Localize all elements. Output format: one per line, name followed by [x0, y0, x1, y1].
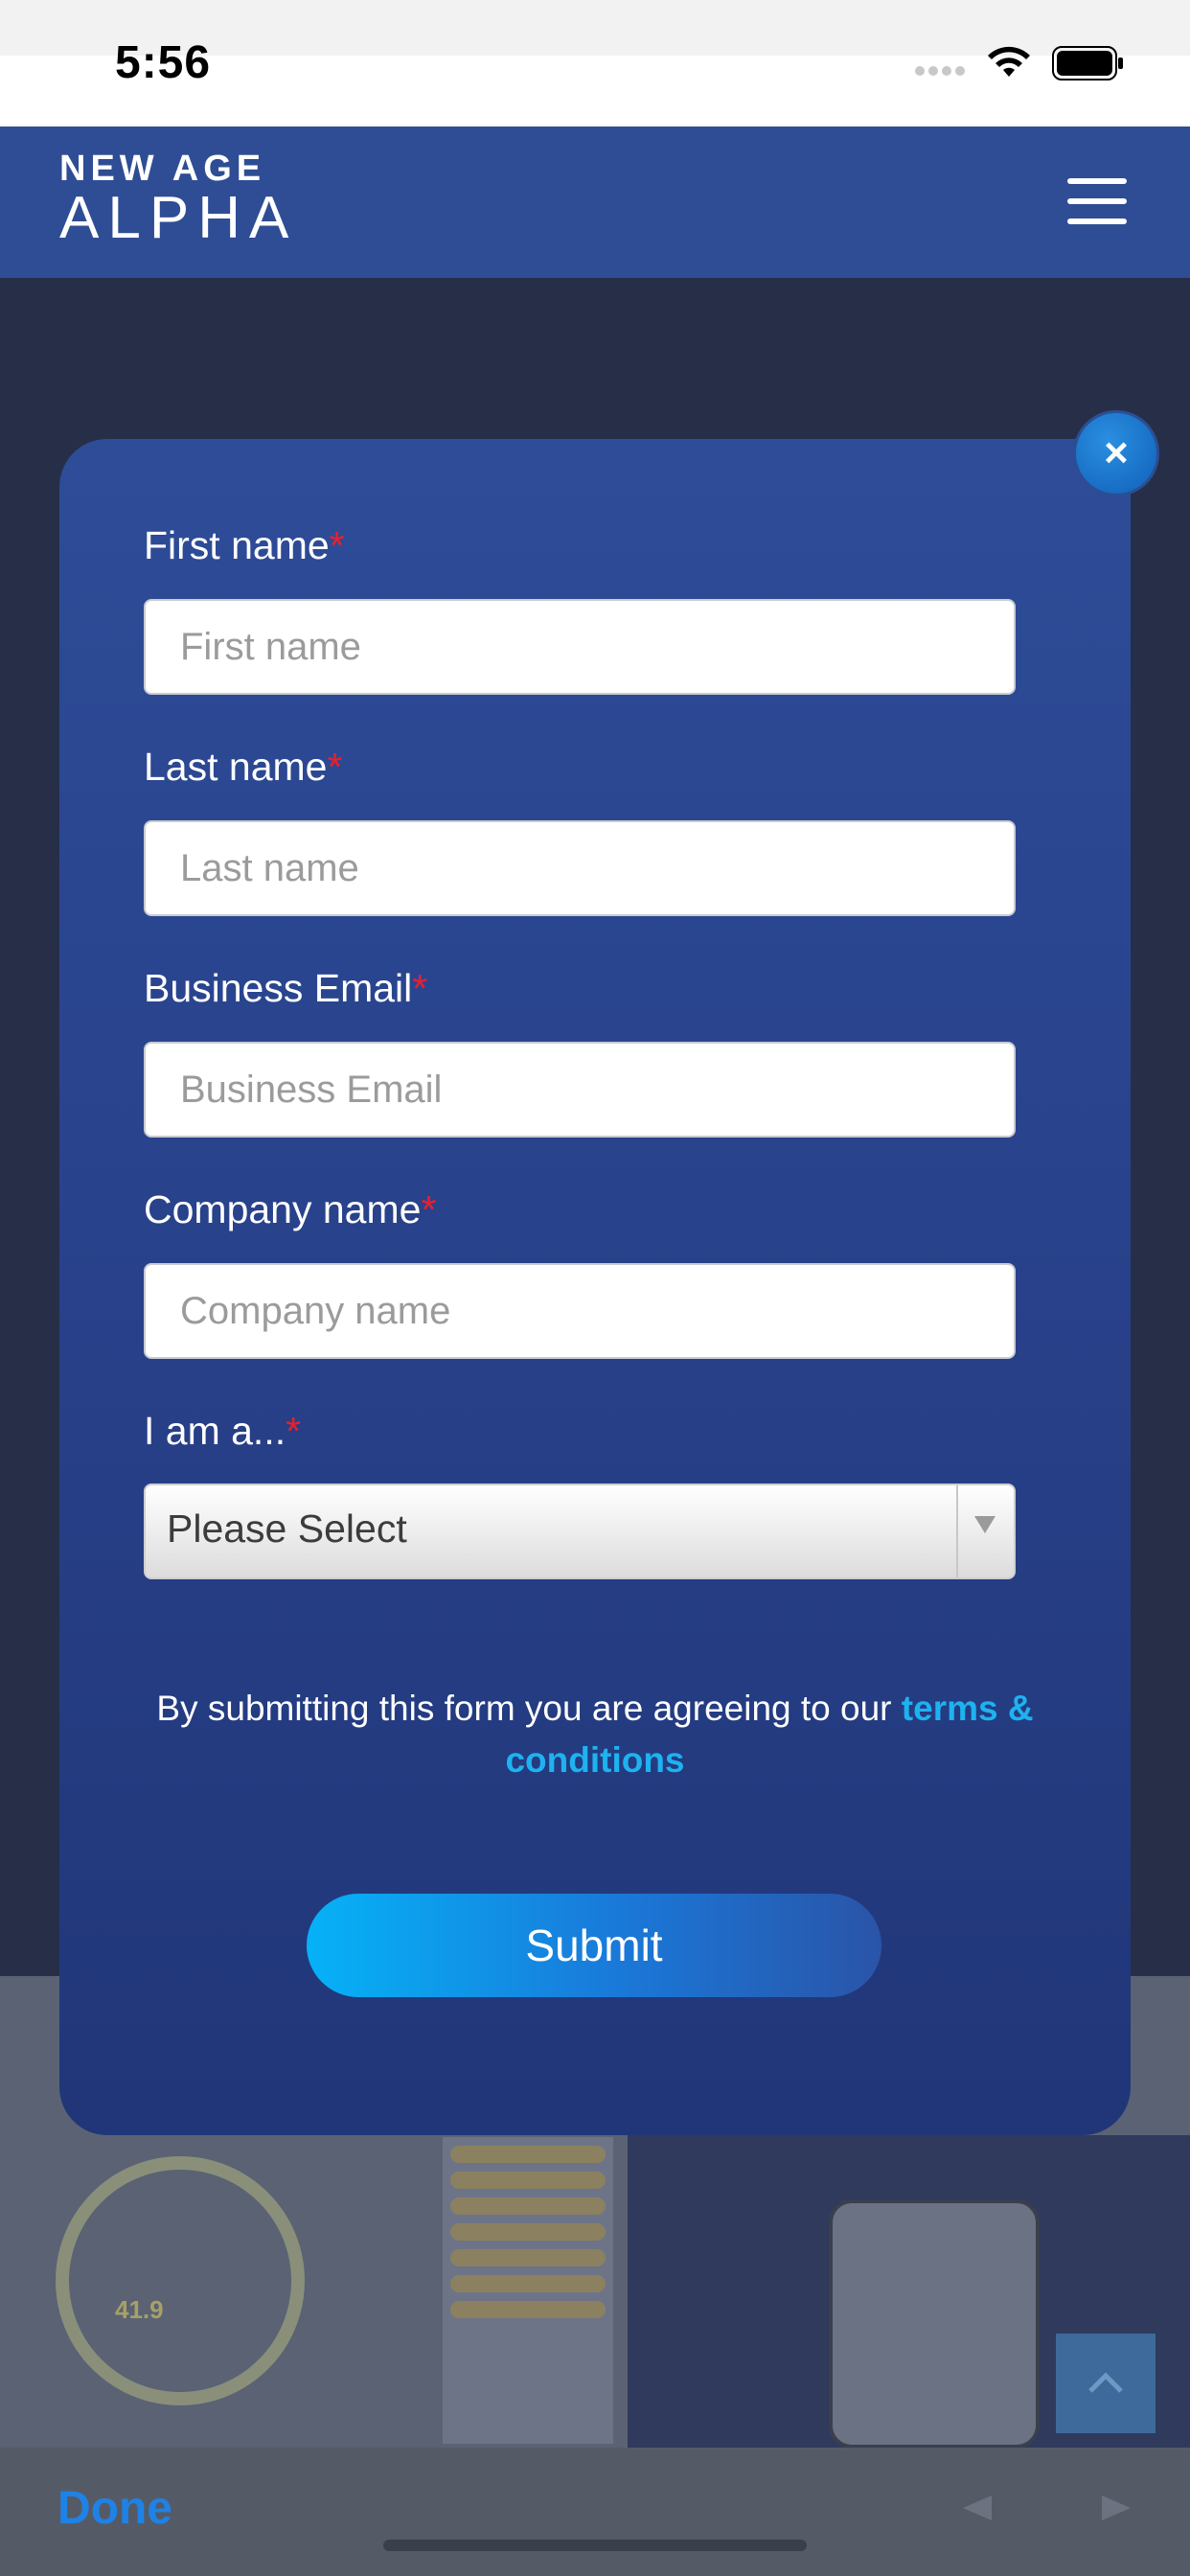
select-divider	[956, 1485, 958, 1577]
signal-icon	[915, 63, 973, 77]
chevron-up-icon	[1088, 2372, 1123, 2393]
company-name-label: Company name*	[144, 1187, 437, 1231]
close-modal-button[interactable]: ×	[1073, 410, 1159, 496]
close-icon: ×	[1104, 429, 1129, 476]
site-header: NEW AGE ALPHA	[0, 126, 1190, 278]
new-age-alpha-logo[interactable]: NEW AGE ALPHA	[59, 150, 297, 249]
last-name-label: Last name*	[144, 745, 343, 789]
status-bar: 5:56	[0, 0, 1190, 126]
logo-line-1: NEW AGE	[59, 149, 266, 189]
logo-line-2: ALPHA	[59, 185, 298, 251]
previous-field-arrow-icon[interactable]	[963, 2496, 992, 2520]
background-phone-image	[829, 2199, 1040, 2449]
status-time: 5:56	[115, 37, 212, 88]
wifi-icon	[988, 46, 1030, 77]
company-name-input[interactable]	[144, 1263, 1016, 1359]
contact-form-modal: First name* Last name* Business Email* C…	[59, 439, 1131, 2135]
last-name-input[interactable]	[144, 820, 1016, 916]
business-email-label: Business Email*	[144, 966, 428, 1010]
required-mark: *	[286, 1409, 302, 1453]
required-mark: *	[329, 523, 345, 567]
role-select[interactable]: Please Select	[144, 1484, 1016, 1579]
required-mark: *	[421, 1187, 437, 1231]
role-select-value: Please Select	[167, 1506, 407, 1551]
battery-icon	[1052, 46, 1123, 80]
role-select-label: I am a...*	[144, 1409, 302, 1453]
keyboard-accessory-bar: Done	[0, 2448, 1190, 2576]
home-indicator[interactable]	[383, 2540, 807, 2551]
background-factor-list	[443, 2137, 613, 2444]
hamburger-menu-icon[interactable]	[1067, 178, 1127, 224]
next-field-arrow-icon[interactable]	[1102, 2496, 1131, 2520]
required-mark: *	[327, 745, 343, 789]
first-name-label: First name*	[144, 523, 345, 567]
business-email-input[interactable]	[144, 1042, 1016, 1138]
background-gauge	[56, 2156, 305, 2405]
submit-button[interactable]: Submit	[307, 1894, 881, 1997]
background-gauge-value: 41.9	[115, 2295, 164, 2324]
scroll-to-top-button[interactable]	[1056, 2334, 1156, 2433]
first-name-input[interactable]	[144, 599, 1016, 695]
required-mark: *	[412, 966, 428, 1010]
consent-text: By submitting this form you are agreeing…	[156, 1689, 1034, 1780]
done-button[interactable]: Done	[57, 2482, 172, 2535]
triangle-down-icon	[974, 1516, 995, 1533]
